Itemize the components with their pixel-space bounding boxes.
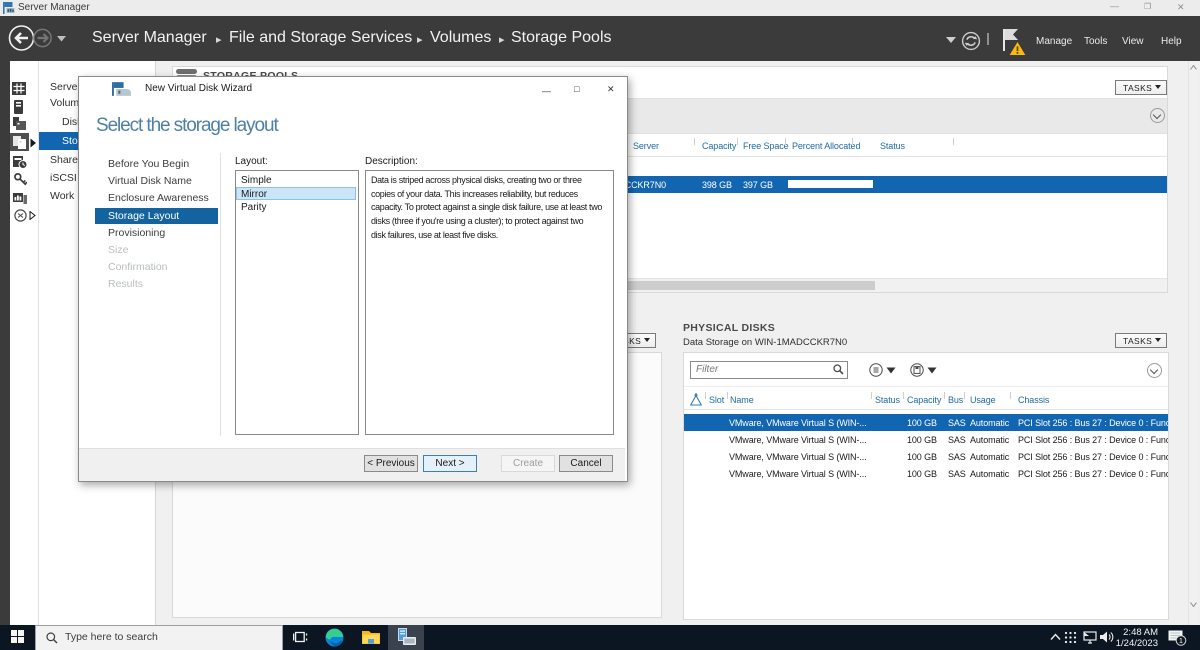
svg-text:1: 1 [1179, 638, 1183, 645]
